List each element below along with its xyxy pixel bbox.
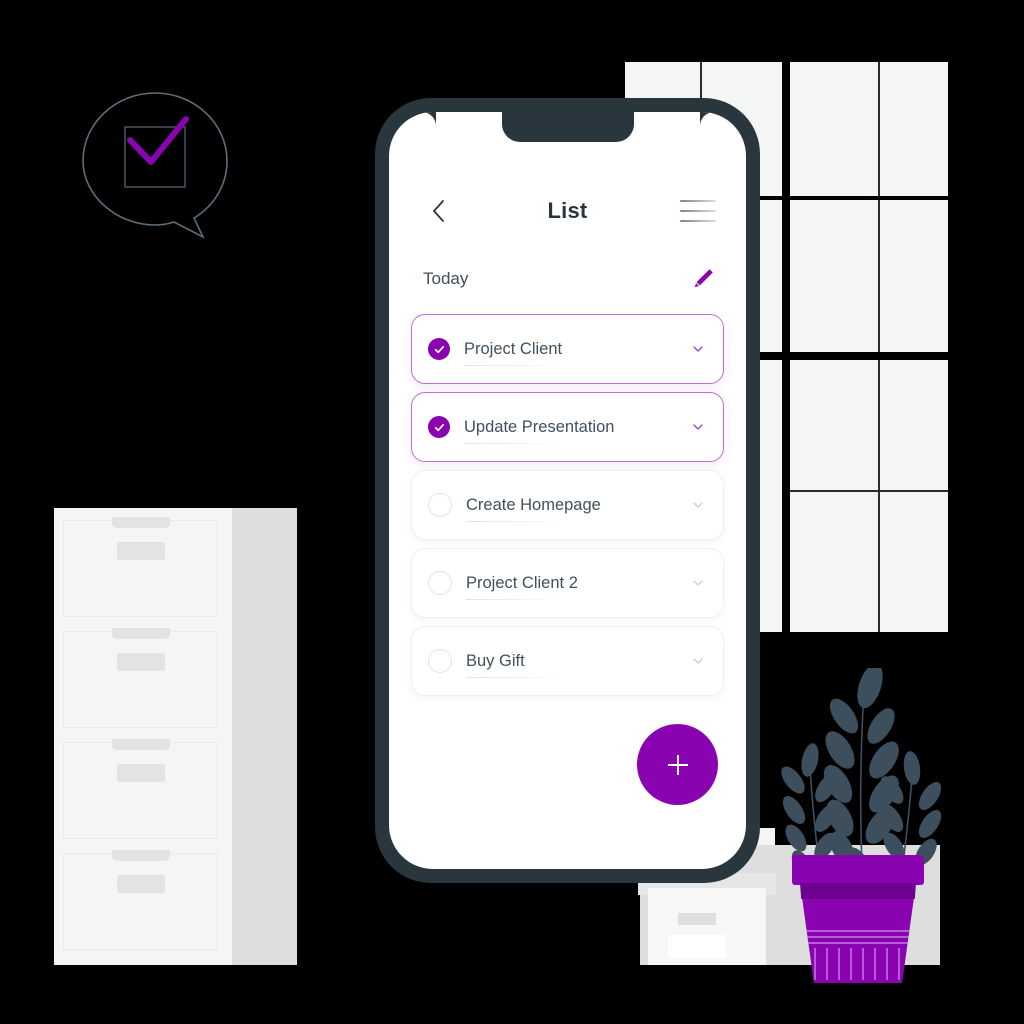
phone-notch xyxy=(501,112,634,142)
task-underline xyxy=(464,443,564,444)
app-header: List xyxy=(389,190,746,232)
mullion-horizontal xyxy=(790,490,948,492)
section-label: Today xyxy=(423,269,469,288)
chevron-down-icon[interactable] xyxy=(691,498,705,512)
menu-line xyxy=(680,209,716,213)
task-title: Project Client xyxy=(464,340,563,358)
task-card[interactable]: Project Client xyxy=(411,314,724,384)
task-card[interactable]: Project Client 2 xyxy=(411,548,724,618)
drawer-handle xyxy=(111,517,170,528)
task-card[interactable]: Update Presentation xyxy=(411,392,724,462)
chevron-down-icon[interactable] xyxy=(691,420,705,434)
pot-band xyxy=(806,930,910,932)
plant-stem xyxy=(859,689,865,869)
drawer-label-plate xyxy=(116,764,165,782)
task-underline xyxy=(466,599,566,600)
plant-pot-rim xyxy=(792,855,924,885)
drawer-handle xyxy=(111,628,170,639)
task-content: Project Client 2 xyxy=(466,573,691,600)
task-checkbox-unchecked[interactable] xyxy=(428,649,452,673)
drawer-handle xyxy=(111,739,170,750)
pot-ridge xyxy=(814,948,816,980)
storage-box-label-strip xyxy=(678,913,716,925)
cabinet-drawer xyxy=(63,850,218,950)
storage-box-card xyxy=(668,935,726,958)
chevron-down-icon[interactable] xyxy=(691,342,705,356)
mullion-vertical xyxy=(878,360,880,632)
mullion-vertical xyxy=(878,62,880,196)
pot-ridge xyxy=(898,948,900,980)
task-content: Update Presentation xyxy=(464,417,691,444)
chevron-down-icon[interactable] xyxy=(691,654,705,668)
pot-band xyxy=(807,936,909,938)
task-underline xyxy=(466,677,566,678)
pot-ridge xyxy=(826,948,828,980)
window-pane-right-mid xyxy=(790,200,948,352)
plant-pot-shadow xyxy=(800,883,916,899)
notch-corner-left xyxy=(421,112,436,126)
task-content: Create Homepage xyxy=(466,495,691,522)
chevron-left-icon xyxy=(432,200,444,222)
task-checkbox-unchecked[interactable] xyxy=(428,493,452,517)
task-checkbox-unchecked[interactable] xyxy=(428,571,452,595)
illustration-scene: List Today Project Client Update Present… xyxy=(0,0,1024,1024)
pot-ridge xyxy=(862,948,864,980)
task-title: Create Homepage xyxy=(466,496,601,514)
hamburger-menu-icon[interactable] xyxy=(680,200,716,222)
task-card[interactable]: Create Homepage xyxy=(411,470,724,540)
pencil-icon xyxy=(694,269,713,288)
drawer-label-plate xyxy=(116,653,165,671)
drawer-label-plate xyxy=(116,875,165,893)
plus-icon xyxy=(667,754,688,775)
potted-plant xyxy=(780,663,945,983)
task-list: Project Client Update Presentation Create … xyxy=(411,314,724,704)
pot-ridge xyxy=(850,948,852,980)
notch-corner-right xyxy=(699,112,714,126)
chevron-down-icon[interactable] xyxy=(691,576,705,590)
task-card[interactable]: Buy Gift xyxy=(411,626,724,696)
menu-line xyxy=(680,200,716,203)
back-button[interactable] xyxy=(425,198,451,224)
pot-band xyxy=(808,942,908,944)
drawer-label-plate xyxy=(116,542,165,560)
bubble-outline xyxy=(82,92,228,239)
edit-button[interactable] xyxy=(690,266,716,292)
purple-check-icon xyxy=(127,116,189,165)
task-checkbox-checked[interactable] xyxy=(428,416,450,438)
section-header: Today xyxy=(423,264,716,294)
mullion-vertical xyxy=(878,200,880,352)
window-pane-right-bot xyxy=(790,360,948,632)
menu-line xyxy=(680,219,716,222)
phone-screen: List Today Project Client Update Present… xyxy=(389,112,746,869)
task-checkbox-checked[interactable] xyxy=(428,338,450,360)
cabinet-drawer xyxy=(63,517,218,617)
cabinet-drawer xyxy=(63,628,218,728)
phone-device: List Today Project Client Update Present… xyxy=(375,98,760,883)
task-underline xyxy=(464,365,564,366)
task-content: Project Client xyxy=(464,339,691,366)
filing-cabinet xyxy=(54,508,297,965)
drawer-handle xyxy=(111,850,170,861)
task-title: Update Presentation xyxy=(464,418,615,436)
pot-ridge xyxy=(874,948,876,980)
cabinet-side-panel xyxy=(232,508,297,965)
task-content: Buy Gift xyxy=(466,651,691,678)
pot-ridge xyxy=(886,948,888,980)
task-title: Buy Gift xyxy=(466,652,525,670)
cabinet-drawer xyxy=(63,739,218,839)
window-pane-right-top xyxy=(790,62,948,196)
task-title: Project Client 2 xyxy=(466,574,578,592)
speech-bubble-with-checkbox xyxy=(78,90,233,240)
task-underline xyxy=(466,521,566,522)
add-task-button[interactable] xyxy=(637,724,718,805)
pot-ridge xyxy=(838,948,840,980)
